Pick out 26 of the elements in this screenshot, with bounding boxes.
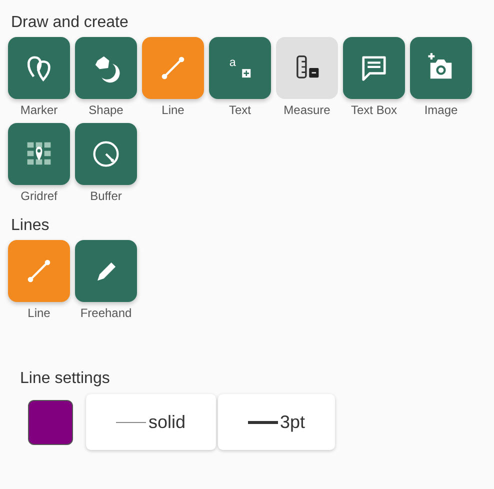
buffer-tool-button[interactable]: [75, 123, 137, 185]
gridref-tool-button[interactable]: [8, 123, 70, 185]
tool-label: Gridref: [20, 189, 58, 203]
section-heading: Lines: [11, 217, 50, 235]
freehand-tool-button[interactable]: [75, 240, 137, 302]
letter-glyph: a: [229, 56, 236, 69]
line-width-button[interactable]: 3pt: [218, 394, 335, 450]
section-heading: Draw and create: [11, 14, 130, 32]
tool-label: Image: [424, 103, 458, 117]
tool-label: Measure: [284, 103, 330, 117]
color-swatch[interactable]: [28, 400, 73, 444]
marker-tool-button[interactable]: [8, 37, 70, 99]
line-style-button[interactable]: solid: [86, 394, 216, 450]
section-heading: Line settings: [20, 370, 111, 388]
tool-label: Line: [28, 306, 50, 320]
tool-label: Text Box: [350, 103, 398, 117]
tool-label: Buffer: [90, 189, 122, 203]
text-tool-button[interactable]: a: [209, 37, 271, 99]
image-tool-button[interactable]: [410, 37, 472, 99]
tool-label: Marker: [20, 103, 58, 117]
tool-label: Line: [162, 103, 184, 117]
tool-label: Shape: [88, 103, 124, 117]
shape-tool-button[interactable]: [75, 37, 137, 99]
textbox-tool-button[interactable]: [343, 37, 405, 99]
tool-label: Text: [228, 103, 251, 117]
tool-label: Freehand: [80, 306, 132, 320]
